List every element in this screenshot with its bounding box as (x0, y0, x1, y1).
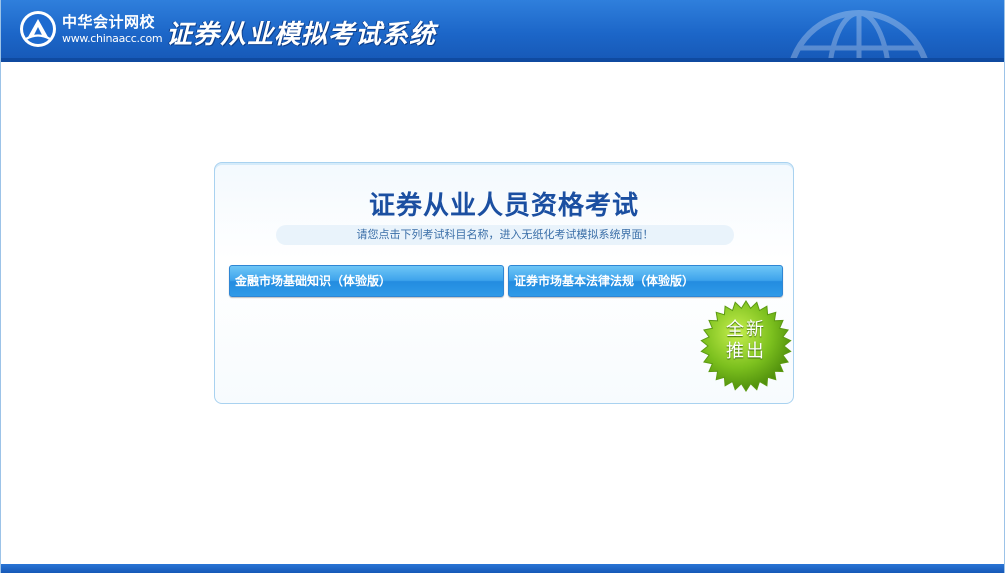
logo-url: www.chinaacc.com (62, 31, 163, 45)
footer-bar (1, 564, 1004, 573)
badge-line-2: 推出 (726, 341, 766, 362)
exam-button-financial-market[interactable]: 金融市场基础知识（体验版） (229, 265, 504, 297)
header-banner: 中华会计网校 www.chinaacc.com 证券从业模拟考试系统 (1, 0, 1004, 62)
site-logo[interactable]: 中华会计网校 www.chinaacc.com (19, 10, 163, 48)
logo-emblem-icon (20, 11, 56, 47)
exam-card: 证券从业人员资格考试 请您点击下列考试科目名称，进入无纸化考试模拟系统界面！ 金… (214, 162, 794, 404)
page: 中华会计网校 www.chinaacc.com 证券从业模拟考试系统 证券从业人… (0, 0, 1005, 573)
system-title: 证券从业模拟考试系统 (166, 20, 437, 50)
card-hint: 请您点击下列考试科目名称，进入无纸化考试模拟系统界面！ (276, 225, 734, 245)
card-title: 证券从业人员资格考试 (368, 191, 639, 221)
logo-name: 中华会计网校 (62, 12, 156, 31)
exam-button-securities-law[interactable]: 证券市场基本法律法规（体验版） (508, 265, 783, 297)
globe-icon (789, 10, 929, 62)
badge-line-1: 全新 (726, 319, 766, 340)
new-release-badge: 全新 推出 (699, 299, 793, 393)
